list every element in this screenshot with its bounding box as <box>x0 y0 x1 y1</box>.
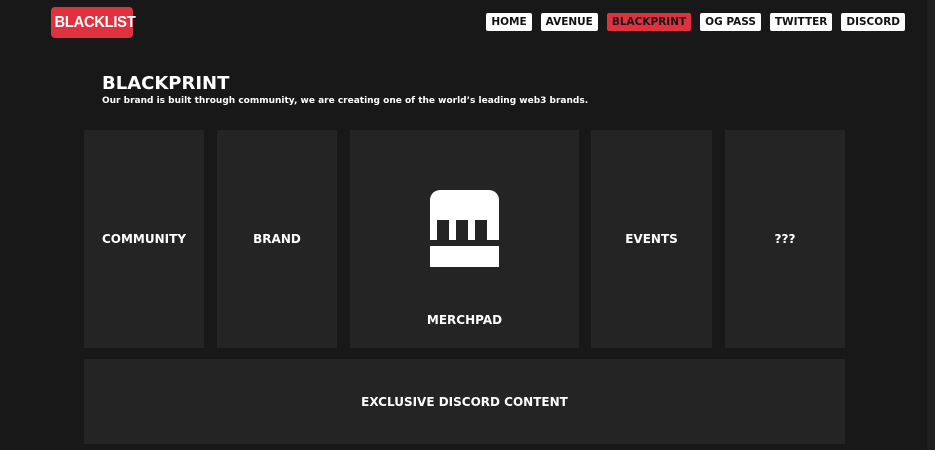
community-card-label: COMMUNITY <box>101 232 187 246</box>
merchpad-logo-icon <box>430 190 499 267</box>
blacklist-logo[interactable]: BLACKLIST <box>51 7 136 38</box>
logo-text: BLACKLIST <box>54 14 136 31</box>
events-card[interactable]: EVENTS <box>591 130 712 348</box>
mystery-card[interactable]: ??? <box>725 130 845 348</box>
merchpad-card-label: MERCHPAD <box>426 313 503 327</box>
community-card[interactable]: COMMUNITY <box>84 130 204 348</box>
brand-card[interactable]: BRAND <box>217 130 337 348</box>
scrollbar[interactable] <box>927 0 935 450</box>
page: BLACKLIST HOME AVENUE BLACKPRINT OG PASS… <box>0 0 935 450</box>
events-card-label: EVENTS <box>625 232 678 246</box>
nav-og-pass[interactable]: OG PASS <box>700 13 761 31</box>
top-nav: HOME AVENUE BLACKPRINT OG PASS TWITTER D… <box>486 13 905 31</box>
nav-avenue[interactable]: AVENUE <box>540 13 598 31</box>
brand-card-label: BRAND <box>253 232 301 246</box>
nav-home[interactable]: HOME <box>486 13 532 31</box>
page-subtitle: Our brand is built through community, we… <box>102 96 589 106</box>
mystery-card-label: ??? <box>774 232 796 246</box>
discord-content-card[interactable]: EXCLUSIVE DISCORD CONTENT <box>84 359 845 444</box>
nav-blackprint[interactable]: BLACKPRINT <box>606 13 692 31</box>
page-title: BLACKPRINT <box>102 73 230 94</box>
merchpad-card[interactable]: MERCHPAD <box>350 130 579 348</box>
nav-twitter[interactable]: TWITTER <box>769 13 833 31</box>
discord-content-card-label: EXCLUSIVE DISCORD CONTENT <box>361 394 568 409</box>
nav-discord[interactable]: DISCORD <box>841 13 905 31</box>
